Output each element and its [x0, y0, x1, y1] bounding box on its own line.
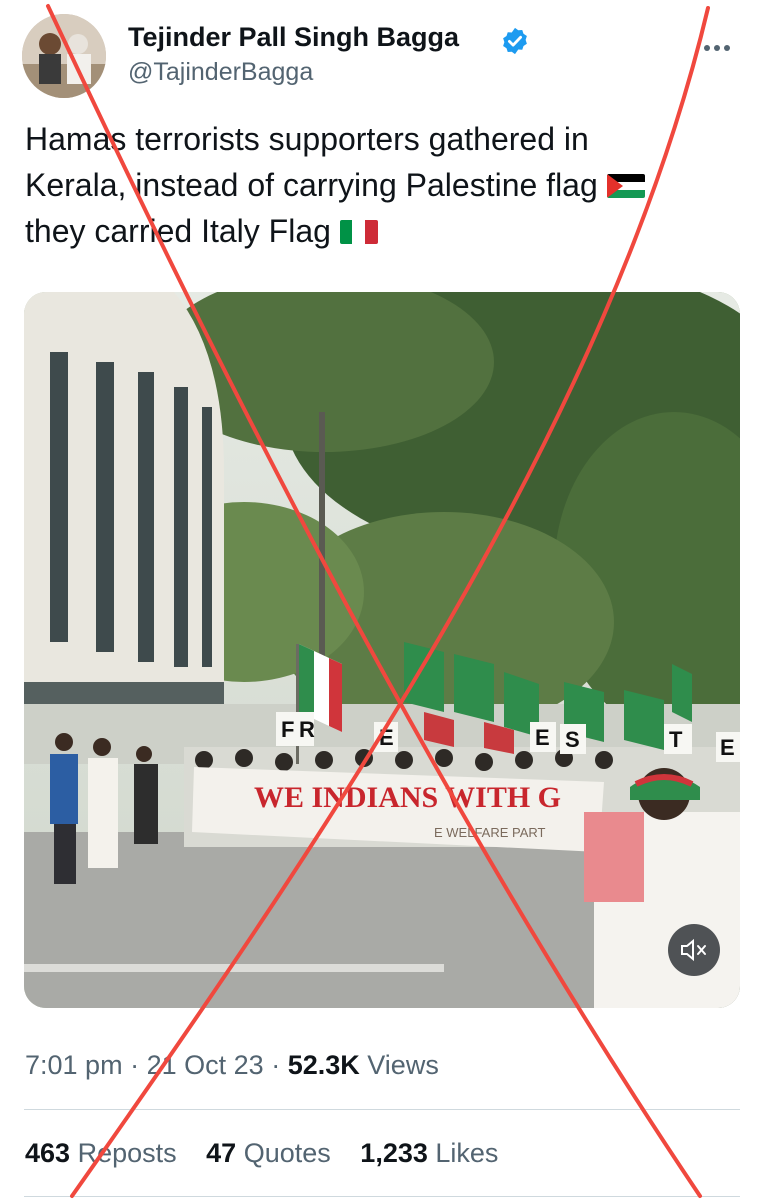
- tweet-metadata: 7:01 pm · 21 Oct 23 · 52.3K Views: [25, 1050, 439, 1081]
- placard-letter: E: [720, 735, 735, 760]
- divider: [24, 1109, 740, 1110]
- reposts-stat[interactable]: 463 Reposts: [25, 1138, 177, 1168]
- placard-letter: E: [535, 725, 550, 750]
- italy-flag-icon: [339, 220, 378, 244]
- tweet-text: Hamas terrorists supporters gathered in …: [25, 116, 745, 254]
- meta-separator: ·: [130, 1050, 140, 1080]
- avatar[interactable]: [22, 14, 106, 98]
- tweet-text-line: they carried Italy Flag: [25, 208, 745, 254]
- tweet-header: Tejinder Pall Singh Bagga @TajinderBagga: [22, 12, 742, 100]
- tweet-video[interactable]: F R E E S T E WE INDIANS WITH G E WELFAR…: [24, 292, 740, 1008]
- engagement-stats: 463 Reposts 47 Quotes 1,233 Likes: [25, 1138, 520, 1169]
- meta-separator: ·: [271, 1050, 281, 1080]
- placard-letter: T: [669, 727, 683, 752]
- placard-letter: S: [565, 727, 580, 752]
- tweet-text-line: Kerala, instead of carrying Palestine fl…: [25, 162, 745, 208]
- placard-letter: R: [299, 717, 315, 742]
- placard-letter: E: [379, 725, 394, 750]
- more-options-icon[interactable]: [704, 38, 736, 51]
- video-frame: F R E E S T E WE INDIANS WITH G E WELFAR…: [24, 292, 740, 1008]
- views-count: 52.3K: [287, 1050, 360, 1080]
- display-name[interactable]: Tejinder Pall Singh Bagga: [128, 22, 459, 53]
- tweet-date[interactable]: 21 Oct 23: [147, 1050, 264, 1080]
- tweet-time[interactable]: 7:01 pm: [25, 1050, 123, 1080]
- mute-button[interactable]: [668, 924, 720, 976]
- likes-stat[interactable]: 1,233 Likes: [360, 1138, 498, 1168]
- palestine-flag-icon: [606, 174, 645, 198]
- placard-letter: F: [281, 717, 294, 742]
- banner-subtext: E WELFARE PART: [434, 825, 546, 840]
- muted-speaker-icon: [681, 938, 706, 962]
- tweet-text-line: Hamas terrorists supporters gathered in: [25, 121, 589, 157]
- banner-text: WE INDIANS WITH G: [254, 781, 561, 814]
- verified-badge-icon: [503, 27, 527, 55]
- divider: [24, 1196, 740, 1197]
- views-label: Views: [367, 1050, 439, 1080]
- quotes-stat[interactable]: 47 Quotes: [206, 1138, 331, 1168]
- author-handle[interactable]: @TajinderBagga: [128, 58, 313, 87]
